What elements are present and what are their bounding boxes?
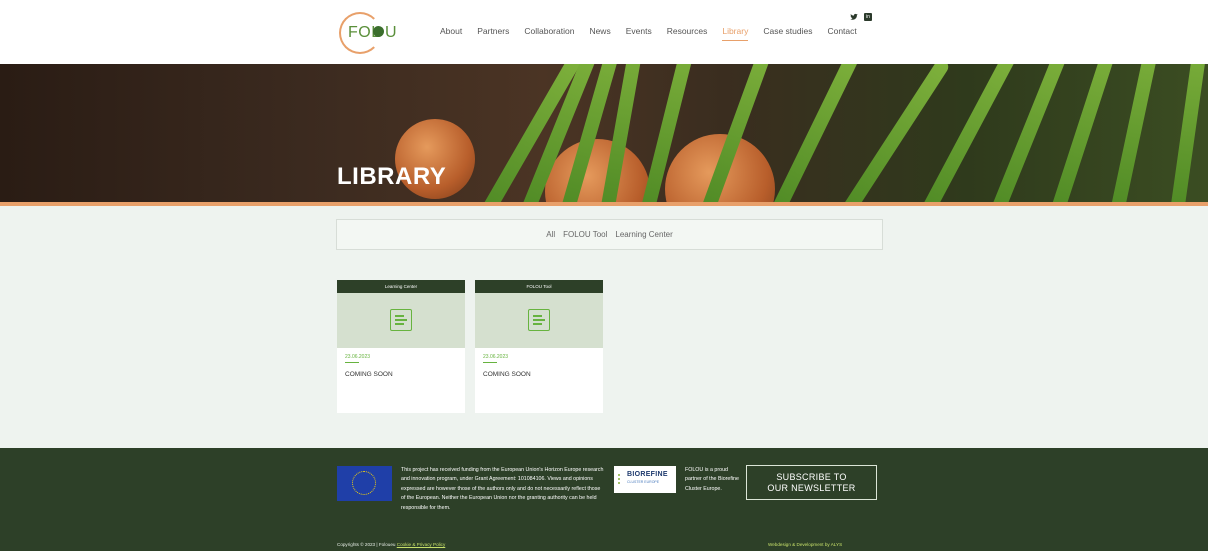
biorefine-logo-subtext: CLUSTER EUROPE	[627, 480, 660, 484]
card-divider	[345, 362, 359, 363]
nav-events[interactable]: Events	[626, 26, 652, 41]
hero-stem	[1170, 64, 1208, 202]
document-icon	[528, 309, 550, 331]
biorefine-logo[interactable]: BIOREFINE CLUSTER EUROPE	[614, 466, 676, 493]
card-thumbnail	[337, 293, 465, 348]
card-title[interactable]: COMING SOON	[483, 371, 531, 378]
filter-all[interactable]: All	[546, 230, 555, 239]
card-divider	[483, 362, 497, 363]
privacy-policy-link[interactable]: Cookie & Privacy Policy	[397, 542, 446, 547]
hero-stem	[1110, 64, 1162, 202]
hero-stem	[770, 64, 863, 202]
card-category: Learning Center	[337, 280, 465, 293]
library-card[interactable]: Learning Center 23.06.2023 COMING SOON	[337, 280, 465, 413]
developer-credit[interactable]: Webdesign & Development by ALYS	[768, 542, 842, 547]
nav-news[interactable]: News	[589, 26, 610, 41]
folou-logo[interactable]: FOL U	[339, 12, 401, 56]
logo-globe-icon	[373, 26, 384, 37]
nav-contact[interactable]: Contact	[827, 26, 856, 41]
filter-learning-center[interactable]: Learning Center	[615, 230, 672, 239]
nav-partners[interactable]: Partners	[477, 26, 509, 41]
biorefine-dots-icon	[618, 474, 624, 484]
linkedin-icon[interactable]: in	[864, 13, 872, 21]
eu-funding-text: This project has received funding from t…	[401, 467, 604, 511]
subscribe-newsletter-button[interactable]: SUBSCRIBE TO OUR NEWSLETTER	[746, 465, 877, 500]
biorefine-partner-text: FOLOU is a proud partner of the Biorefin…	[685, 467, 739, 492]
site-footer: This project has received funding from t…	[0, 448, 1208, 551]
subscribe-line-2: OUR NEWSLETTER	[767, 483, 856, 493]
copyright-text: Copyrights © 2023 | Folouеu	[337, 542, 396, 547]
nav-collaboration[interactable]: Collaboration	[524, 26, 574, 41]
twitter-icon[interactable]	[850, 13, 858, 21]
copyright: Copyrights © 2023 | Folouеu Cookie & Pri…	[337, 542, 445, 547]
card-category: FOLOU Tool	[475, 280, 603, 293]
nav-case-studies[interactable]: Case studies	[763, 26, 812, 41]
nav-resources[interactable]: Resources	[667, 26, 708, 41]
social-links: in	[850, 13, 872, 21]
card-title[interactable]: COMING SOON	[345, 371, 393, 378]
hero-carrot-middle	[545, 139, 650, 202]
nav-library[interactable]: Library	[722, 26, 749, 41]
hero-stem	[1050, 64, 1120, 202]
main-nav: About Partners Collaboration News Events…	[440, 26, 872, 41]
hero-banner	[0, 64, 1208, 202]
document-icon	[390, 309, 412, 331]
card-thumbnail	[475, 293, 603, 348]
subscribe-line-1: SUBSCRIBE TO	[776, 472, 847, 482]
filter-folou-tool[interactable]: FOLOU Tool	[563, 230, 607, 239]
card-date: 23.06.2023	[483, 354, 509, 360]
hero-accent-bar	[0, 202, 1208, 206]
page-title: LIBRARY	[337, 163, 447, 190]
eu-flag-icon	[337, 466, 392, 501]
card-date: 23.06.2023	[345, 354, 371, 360]
biorefine-logo-text: BIOREFINE	[627, 471, 668, 478]
library-card[interactable]: FOLOU Tool 23.06.2023 COMING SOON	[475, 280, 603, 413]
site-header: FOL U About Partners Collaboration News …	[0, 0, 1208, 64]
nav-about[interactable]: About	[440, 26, 462, 41]
library-filter: All FOLOU Tool Learning Center	[336, 219, 883, 250]
